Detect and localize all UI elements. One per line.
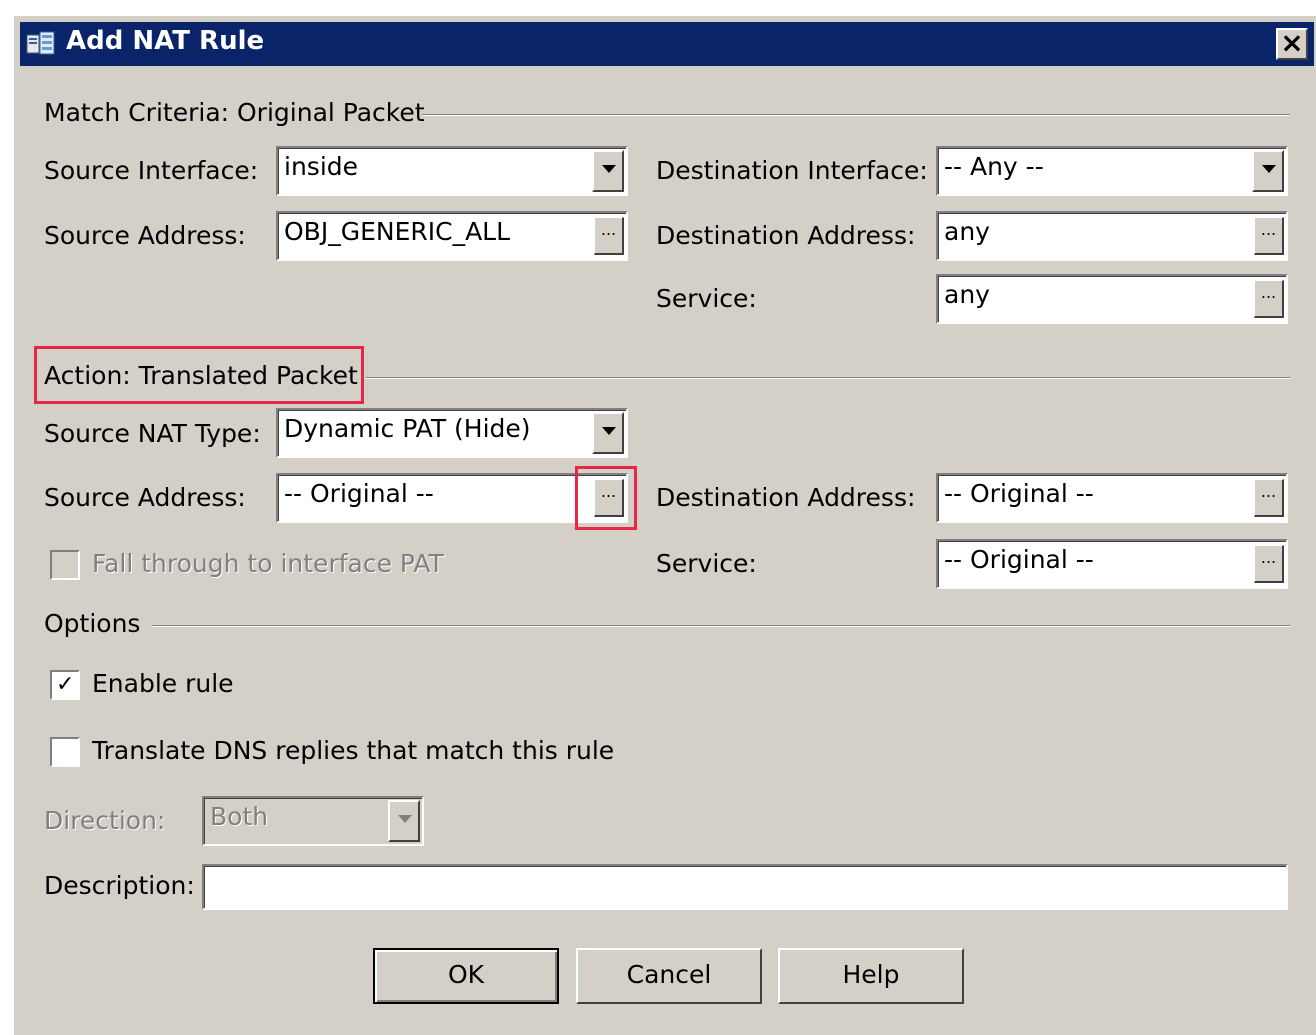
source-interface-dropdown-button[interactable] <box>592 150 624 192</box>
ellipsis-icon: ... <box>1260 220 1277 239</box>
direction-label: Direction: <box>44 806 166 835</box>
source-nat-type-value: Dynamic PAT (Hide) <box>284 414 531 443</box>
match-criteria-divider <box>422 114 1290 116</box>
description-label: Description: <box>44 871 195 900</box>
cancel-button[interactable]: Cancel <box>576 948 762 1004</box>
asdm-app-icon <box>26 31 55 55</box>
destination-interface-value: -- Any -- <box>944 152 1044 181</box>
ellipsis-icon: ... <box>1260 548 1277 567</box>
translated-source-address-label: Source Address: <box>44 483 246 512</box>
source-address-label: Source Address: <box>44 221 246 250</box>
chevron-down-icon <box>1262 165 1276 173</box>
translated-source-address-value: -- Original -- <box>284 479 434 508</box>
enable-rule-label: Enable rule <box>92 669 234 698</box>
direction-select[interactable]: Both <box>202 796 424 846</box>
browse-button-highlight <box>575 466 637 530</box>
chevron-down-icon <box>602 165 616 173</box>
enable-rule-checkbox[interactable]: ✓ <box>50 670 80 700</box>
service-value: any <box>944 280 990 309</box>
ellipsis-icon: ... <box>1260 283 1277 302</box>
translated-destination-address-value: -- Original -- <box>944 479 1094 508</box>
source-address-value: OBJ_GENERIC_ALL <box>284 217 511 246</box>
check-icon: ✓ <box>56 672 75 697</box>
translated-destination-address-label: Destination Address: <box>656 483 916 512</box>
direction-value: Both <box>210 802 269 831</box>
source-interface-label: Source Interface: <box>44 156 259 185</box>
chevron-down-icon <box>602 427 616 435</box>
source-nat-type-select[interactable]: Dynamic PAT (Hide) <box>276 408 628 458</box>
help-button[interactable]: Help <box>778 948 964 1004</box>
direction-dropdown-button[interactable] <box>388 800 420 842</box>
destination-address-label: Destination Address: <box>656 221 916 250</box>
translate-dns-label: Translate DNS replies that match this ru… <box>92 736 615 765</box>
source-address-browse-button[interactable]: ... <box>594 217 624 255</box>
window-title: Add NAT Rule <box>66 26 265 56</box>
translated-service-field[interactable]: -- Original -- ... <box>936 539 1288 589</box>
service-browse-button[interactable]: ... <box>1254 280 1284 318</box>
translated-service-value: -- Original -- <box>944 545 1094 574</box>
translated-destination-address-browse-button[interactable]: ... <box>1254 479 1284 517</box>
chevron-down-icon <box>398 815 412 823</box>
close-button[interactable]: × <box>1276 28 1308 60</box>
destination-address-value: any <box>944 217 990 246</box>
translate-dns-checkbox[interactable] <box>50 737 80 767</box>
source-address-field[interactable]: OBJ_GENERIC_ALL ... <box>276 211 628 261</box>
source-interface-select[interactable]: inside <box>276 146 628 196</box>
action-divider <box>366 377 1290 379</box>
match-criteria-heading: Match Criteria: Original Packet <box>44 98 425 127</box>
close-icon: × <box>1280 26 1304 59</box>
destination-interface-dropdown-button[interactable] <box>1252 150 1284 192</box>
translated-destination-address-field[interactable]: -- Original -- ... <box>936 473 1288 523</box>
fall-through-label: Fall through to interface PAT <box>92 549 444 578</box>
destination-interface-select[interactable]: -- Any -- <box>936 146 1288 196</box>
translated-service-browse-button[interactable]: ... <box>1254 545 1284 583</box>
translated-service-label: Service: <box>656 549 757 578</box>
title-bar: Add NAT Rule × <box>20 22 1314 66</box>
options-divider <box>152 625 1290 627</box>
ellipsis-icon: ... <box>600 220 617 239</box>
description-input[interactable] <box>202 864 1288 910</box>
source-nat-type-label: Source NAT Type: <box>44 419 261 448</box>
destination-address-field[interactable]: any ... <box>936 211 1288 261</box>
fall-through-checkbox[interactable] <box>50 550 80 580</box>
source-nat-type-dropdown-button[interactable] <box>592 412 624 454</box>
source-interface-value: inside <box>284 152 359 181</box>
destination-interface-label: Destination Interface: <box>656 156 928 185</box>
action-heading-highlight <box>34 346 364 404</box>
service-label: Service: <box>656 284 757 313</box>
service-field[interactable]: any ... <box>936 274 1288 324</box>
ok-button[interactable]: OK <box>373 948 559 1004</box>
ellipsis-icon: ... <box>1260 482 1277 501</box>
options-heading: Options <box>44 609 141 638</box>
destination-address-browse-button[interactable]: ... <box>1254 217 1284 255</box>
